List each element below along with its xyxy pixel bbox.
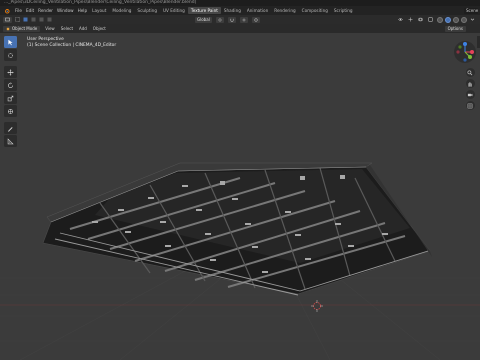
transform-orientation-label: Global <box>197 17 210 22</box>
menu-select[interactable]: Select <box>58 26 76 31</box>
viewport-scene <box>0 162 480 360</box>
mode-label: Object Mode <box>12 25 38 31</box>
editor-type-button[interactable] <box>3 16 12 23</box>
view-name-label: User Perspective <box>27 37 64 42</box>
menu-render[interactable]: Render <box>36 7 55 14</box>
select-extend-icon[interactable] <box>30 17 36 23</box>
pivot-point-button[interactable] <box>215 16 224 23</box>
crosshair-icon <box>8 52 13 58</box>
tool-measure[interactable] <box>4 135 17 147</box>
navigation-panel <box>453 40 477 111</box>
camera-icon <box>467 93 473 96</box>
transform-orientation-dropdown[interactable]: Global <box>195 16 212 23</box>
orientation-gizmo[interactable] <box>453 40 477 64</box>
viewport-editor-icon <box>5 17 10 22</box>
transform-icon <box>7 108 14 114</box>
tab-shading[interactable]: Shading <box>221 7 244 14</box>
viewport-gizmos-icon[interactable] <box>407 17 413 23</box>
pan-hand-icon <box>468 81 472 87</box>
shading-wireframe-button[interactable] <box>437 16 443 23</box>
measure-ruler-icon <box>7 137 14 144</box>
shading-rendered-button[interactable] <box>461 16 467 23</box>
tool-select-box[interactable] <box>4 36 17 48</box>
menu-edit[interactable]: Edit <box>24 7 36 14</box>
zoom-button[interactable] <box>465 68 475 77</box>
proportional-icon <box>254 17 258 22</box>
proportional-edit-button[interactable] <box>251 16 260 23</box>
menu-help[interactable]: Help <box>76 7 90 14</box>
mode-dropdown[interactable]: Object Mode <box>3 25 41 32</box>
overlays-icon[interactable] <box>417 17 423 23</box>
shading-options-chevron-icon[interactable] <box>469 17 475 23</box>
grid-snap-icon <box>242 17 246 22</box>
tool-rotate[interactable] <box>4 79 17 91</box>
menu-object[interactable]: Object <box>90 26 109 31</box>
scale-icon <box>7 95 14 101</box>
move-arrows-icon <box>7 69 14 75</box>
select-box-icon[interactable] <box>14 17 20 23</box>
3d-viewport[interactable]: User Perspective (1) Scene Collection | … <box>0 33 480 360</box>
pivot-icon <box>218 18 222 21</box>
shading-solid-button[interactable] <box>445 16 451 23</box>
xray-icon[interactable] <box>427 17 433 23</box>
ceiling-ventilation-model <box>42 162 432 296</box>
menu-view[interactable]: View <box>42 26 58 31</box>
tab-layout[interactable]: Layout <box>89 7 109 14</box>
tab-modeling[interactable]: Modeling <box>109 7 134 14</box>
tab-rendering[interactable]: Rendering <box>271 7 298 14</box>
tab-texture-paint[interactable]: Texture Paint <box>187 7 221 14</box>
camera-view-button[interactable] <box>465 90 475 99</box>
perspective-toggle-button[interactable] <box>465 101 475 110</box>
tool-move[interactable] <box>4 66 17 78</box>
menu-file[interactable]: File <box>13 7 24 14</box>
visibility-icon[interactable] <box>397 17 403 23</box>
viewport-subheader: Object Mode View Select Add Object Optio… <box>0 24 480 33</box>
options-button[interactable]: Options <box>444 25 466 32</box>
tool-shelf <box>4 36 17 147</box>
viewport-header: Global <box>0 15 480 24</box>
tool-annotate[interactable] <box>4 122 17 134</box>
shading-material-button[interactable] <box>453 16 459 23</box>
menu-window[interactable]: Window <box>55 7 76 14</box>
tool-scale[interactable] <box>4 92 17 104</box>
tab-animation[interactable]: Animation <box>244 7 271 14</box>
axis-gizmo-icon <box>454 41 476 63</box>
tab-sculpting[interactable]: Sculpting <box>134 7 160 14</box>
tool-transform[interactable] <box>4 105 17 117</box>
select-intersect-icon[interactable] <box>46 17 52 23</box>
menu-add[interactable]: Add <box>76 26 90 31</box>
cursor-arrow-icon <box>8 39 13 45</box>
tab-uv-editing[interactable]: UV Editing <box>160 7 188 14</box>
select-mode-icon[interactable] <box>22 17 28 23</box>
tool-cursor[interactable] <box>4 49 17 61</box>
rotate-icon <box>8 81 13 88</box>
top-menubar: File Edit Render Window Help Layout Mode… <box>0 6 480 15</box>
tab-scripting[interactable]: Scripting <box>331 7 356 14</box>
magnet-icon <box>230 18 234 22</box>
scene-selector[interactable]: Scene <box>464 7 478 14</box>
blender-logo-icon[interactable] <box>3 8 11 14</box>
object-mode-icon <box>6 27 10 30</box>
3d-cursor-icon <box>311 300 323 312</box>
zoom-magnifier-icon <box>467 70 473 75</box>
grid-perspective-icon <box>467 103 473 108</box>
snap-button[interactable] <box>227 16 236 23</box>
tab-compositing[interactable]: Compositing <box>299 7 331 14</box>
select-subtract-icon[interactable] <box>38 17 44 23</box>
snap-target-button[interactable] <box>239 16 248 23</box>
collection-info-label: (1) Scene Collection | CINEMA_4D_Editor <box>27 43 117 48</box>
annotate-pencil-icon <box>7 126 13 132</box>
pan-button[interactable] <box>465 79 475 88</box>
